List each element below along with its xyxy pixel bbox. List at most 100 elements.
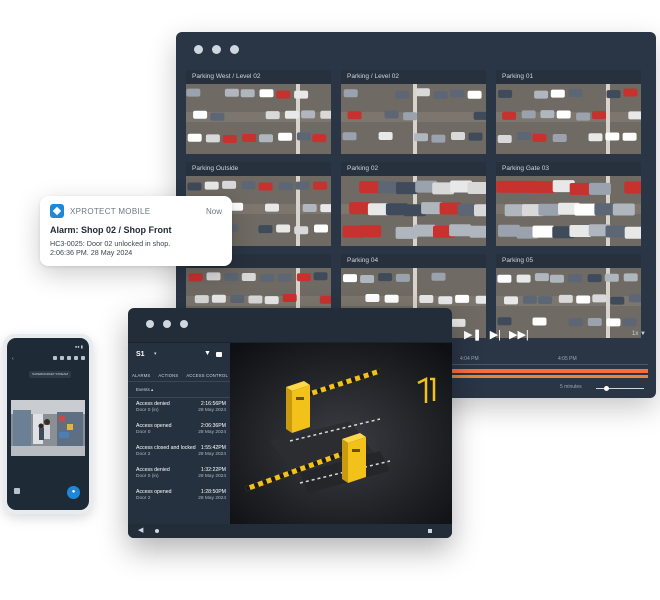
parked-car — [588, 133, 603, 142]
event-name: Access opened — [136, 489, 172, 495]
window-dot[interactable] — [163, 320, 171, 328]
share-icon[interactable] — [74, 356, 78, 360]
window-dot[interactable] — [212, 45, 221, 54]
camera-icon[interactable] — [216, 352, 222, 357]
event-row[interactable]: Access denied Door 0 (in) 2:16:56PM 28 May … — [136, 401, 226, 423]
camera-tile-label: Parking Outside — [186, 162, 331, 176]
parked-car — [413, 224, 436, 237]
site-selector[interactable]: S1 — [136, 351, 145, 358]
parked-car — [186, 88, 201, 97]
phone-screen: ●● ▮ ‹ SUPERMARKET STREAM ● — [7, 338, 89, 510]
record-icon[interactable] — [155, 529, 159, 533]
event-door: Door 0 — [136, 430, 151, 435]
layout-icon[interactable] — [60, 356, 64, 360]
parked-car — [534, 90, 549, 99]
event-row[interactable]: Access opened Door 2 1:28:50PM 28 May 2024 — [136, 489, 226, 511]
parked-car — [433, 91, 448, 99]
skip-forward-icon[interactable]: ▶| — [490, 328, 501, 341]
audio-icon[interactable] — [81, 356, 85, 360]
event-row[interactable]: Access closed and locked Door 2 1:55:42PM 2… — [136, 445, 226, 467]
parked-car — [438, 296, 453, 305]
parked-car — [568, 89, 583, 97]
parked-car — [359, 225, 382, 238]
parked-car — [550, 274, 564, 283]
parked-car — [343, 274, 357, 283]
parked-car — [628, 111, 641, 120]
tab-actions[interactable]: ACTIONS — [158, 373, 178, 378]
play-icon[interactable]: ▶❚ — [464, 328, 482, 341]
parked-car — [403, 112, 418, 121]
xprotect-logo-icon — [50, 204, 64, 218]
event-row[interactable]: Access denied Door 0 (in) 1:32:22PM 28 May … — [136, 467, 226, 489]
parked-car — [230, 295, 245, 303]
parked-car — [569, 225, 592, 237]
event-name: Access opened — [136, 423, 172, 429]
window-dot[interactable] — [146, 320, 154, 328]
parked-car — [532, 133, 547, 142]
window-dot[interactable] — [230, 45, 239, 54]
parked-car — [532, 181, 555, 193]
tab-alarms[interactable]: ALARMS — [132, 373, 150, 378]
parked-car — [475, 295, 486, 304]
parked-car — [516, 274, 531, 283]
window-controls — [146, 320, 188, 328]
parked-car — [378, 273, 393, 282]
event-door: Door 2 — [136, 452, 151, 457]
parked-car — [276, 224, 291, 233]
tab-access-control[interactable]: ACCESS CONTROL — [186, 373, 228, 378]
parked-car — [222, 180, 237, 189]
parked-car — [606, 90, 621, 99]
mail-icon[interactable] — [53, 356, 57, 360]
camera-tile[interactable]: Parking 01 — [496, 70, 641, 154]
timeline-time-label: 4:04 PM — [460, 356, 479, 362]
phone-stream-tab[interactable]: SUPERMARKET STREAM — [29, 371, 71, 378]
zoom-slider-handle[interactable] — [604, 386, 609, 391]
parked-car — [240, 89, 255, 98]
push-notification[interactable]: XPROTECT MOBILE Now Alarm: Shop 02 / Sho… — [40, 196, 232, 266]
event-row[interactable]: Access opened Door 0 2:06:36PM 28 May 2024 — [136, 423, 226, 445]
event-time: 2:16:56PM — [200, 401, 226, 407]
window-dot[interactable] — [194, 45, 203, 54]
settings-icon[interactable] — [67, 356, 71, 360]
camera-tile[interactable]: Parking 02 — [341, 162, 486, 246]
back-icon[interactable]: ◀ — [138, 526, 143, 534]
barrier-camera-feed[interactable] — [230, 343, 452, 524]
parked-car — [552, 134, 567, 142]
window-dot[interactable] — [180, 320, 188, 328]
stop-icon[interactable] — [428, 529, 432, 533]
events-sidebar: S1 ▾ ▼ ALARMS ACTIONS ACCESS CONTROL Eve… — [128, 343, 230, 524]
parked-car — [497, 274, 512, 283]
camera-feed — [496, 84, 641, 154]
timeline-track-recording[interactable] — [452, 375, 648, 378]
parked-car — [258, 182, 273, 191]
events-filter-dropdown[interactable]: Events ▴ — [136, 387, 153, 393]
parked-car — [294, 90, 309, 99]
phone-video-feed[interactable] — [11, 400, 85, 456]
phone-layout-button[interactable] — [14, 488, 20, 494]
window-controls — [194, 45, 239, 54]
parked-car — [455, 294, 470, 303]
microphone-icon[interactable]: ● — [67, 486, 80, 499]
parked-car — [431, 272, 446, 281]
parked-car — [576, 295, 591, 304]
parked-car — [206, 272, 221, 281]
chevron-down-icon[interactable]: ▾ — [154, 351, 157, 357]
parked-car — [540, 110, 555, 119]
filter-icon[interactable]: ▼ — [204, 350, 211, 357]
camera-grid: Parking West / Level 02 Parking / Level 0… — [186, 70, 642, 338]
camera-tile[interactable]: Parking West / Level 02 — [186, 70, 331, 154]
timeline-zoom: 5 minutes — [560, 384, 650, 394]
camera-tile[interactable]: Parking Gate 03 — [496, 162, 641, 246]
parked-car — [498, 89, 513, 98]
parked-car — [516, 132, 531, 140]
timeline-time-label: 4:05 PM — [558, 356, 577, 362]
skip-end-icon[interactable]: ▶▶| — [509, 328, 529, 341]
parked-car — [210, 112, 225, 121]
timeline-track-motion[interactable] — [452, 369, 648, 373]
parked-car — [278, 132, 293, 141]
playback-speed[interactable]: 1x ▼ — [632, 331, 646, 337]
parked-car — [384, 294, 399, 303]
phone-toolbar — [11, 356, 85, 364]
parked-car — [538, 296, 553, 305]
camera-tile[interactable]: Parking / Level 02 — [341, 70, 486, 154]
